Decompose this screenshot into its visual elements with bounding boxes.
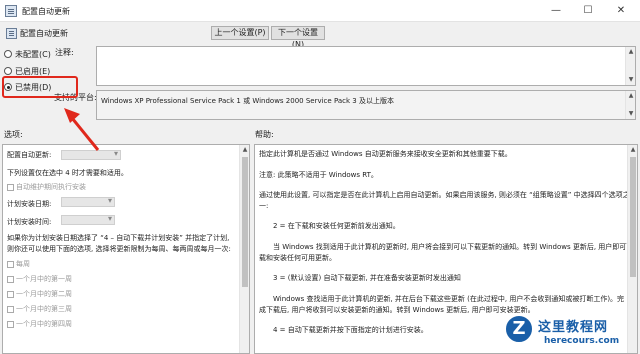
fourth-week-row[interactable]: 一个月中的第四周 [7,319,72,329]
every-week-row[interactable]: 每周 [7,259,30,269]
help-line: 通过使用此设置, 可以指定是否在此计算机上启用自动更新。如果启用该服务, 则必须… [259,191,630,199]
checkbox[interactable] [7,290,14,298]
help-line: 成下载后, 用户将收到可以安装更新的通知。转到 Windows 更新后, 用户即… [259,306,535,314]
scroll-thumb[interactable] [630,157,636,277]
annotation-arrow-icon [64,108,100,151]
prev-setting-button[interactable]: 上一个设置(P) [211,26,269,40]
watermark-logo-icon: Z [504,314,534,344]
help-line: 2 = 在下载和安装任何更新前发出通知。 [273,222,400,230]
scroll-down-icon[interactable]: ▼ [626,109,636,119]
schedule-time-label: 计划安装时间: [7,218,52,226]
third-week-row[interactable]: 一个月中的第三周 [7,304,72,314]
scroll-up-icon[interactable]: ▲ [628,145,637,155]
help-line: 注意: 此策略不适用于 Windows RT。 [259,171,378,179]
checkbox[interactable] [7,320,14,328]
scroll-up-icon[interactable]: ▲ [240,145,249,155]
maintenance-checkbox-row[interactable]: 自动维护期间执行安装 [7,182,86,192]
help-line: 当 Windows 找到适用于此计算机的更新时, 用户将会接到可以下载更新的通知… [273,243,634,251]
options-para2: 则你还可以使用下面的选项, 选择将更新限制为每周、每两周或每月一次: [7,245,231,253]
maintenance-label: 自动维护期间执行安装 [16,183,86,191]
scroll-up-icon[interactable]: ▲ [626,47,636,57]
help-line: 载和安装任何可用更新。 [259,254,336,262]
help-line: 4 = 自动下载更新并按下面指定的计划进行安装。 [273,326,428,334]
watermark-url: herecours.com [544,336,620,346]
checkbox[interactable] [7,260,14,268]
first-week-row[interactable]: 一个月中的第一周 [7,274,72,284]
watermark: Z 这里教程网 herecours.com [500,312,640,354]
help-line: 3 = (默认设置) 自动下载更新, 并在准备安装更新时发出通知 [273,274,461,282]
schedule-day-label: 计划安装日期: [7,200,52,208]
supported-scrollbar[interactable]: ▲ ▼ [625,91,635,119]
checkbox[interactable] [7,183,14,191]
next-setting-button[interactable]: 下一个设置(N) [271,26,325,49]
first-week-label: 一个月中的第一周 [16,275,72,283]
options-panel: 配置自动更新: 下列设置仅在选中 4 时才需要和适用。 自动维护期间执行安装 计… [2,144,250,354]
schedule-time-dropdown[interactable] [61,214,115,225]
scroll-thumb[interactable] [242,157,248,287]
third-week-label: 一个月中的第三周 [16,305,72,313]
watermark-name: 这里教程网 [538,320,609,335]
options-note: 下列设置仅在选中 4 时才需要和适用。 [7,169,128,177]
supported-value: Windows XP Professional Service Pack 1 或… [101,97,394,105]
checkbox[interactable] [7,305,14,313]
options-para1: 如果你为计划安装日期选择了 “4 – 自动下载并计划安装” 并指定了计划, [7,234,230,242]
help-line: 指定此计算机是否通过 Windows 自动更新服务来接收安全更新和其他重要下载。 [259,150,512,158]
fourth-week-label: 一个月中的第四周 [16,320,72,328]
comment-textbox[interactable]: ▲ ▼ [96,46,636,86]
scroll-down-icon[interactable]: ▼ [626,75,636,85]
minimize-button[interactable]: — [540,0,572,22]
second-week-label: 一个月中的第二周 [16,290,72,298]
second-week-row[interactable]: 一个月中的第二周 [7,289,72,299]
scroll-up-icon[interactable]: ▲ [626,91,636,101]
checkbox[interactable] [7,275,14,283]
options-scrollbar[interactable]: ▲ [239,145,249,353]
supported-textbox: Windows XP Professional Service Pack 1 或… [96,90,636,120]
help-line: 一: [259,202,269,210]
help-label: 帮助: [255,130,274,139]
schedule-day-dropdown[interactable] [61,196,115,207]
close-button[interactable]: ✕ [605,0,637,22]
help-line: Windows 查找适用于此计算机的更新, 并在后台下载这些更新 (在此过程中,… [273,295,625,303]
every-week-label: 每周 [16,260,30,268]
comment-scrollbar[interactable]: ▲ ▼ [625,47,635,85]
maximize-button[interactable]: ☐ [572,0,604,22]
